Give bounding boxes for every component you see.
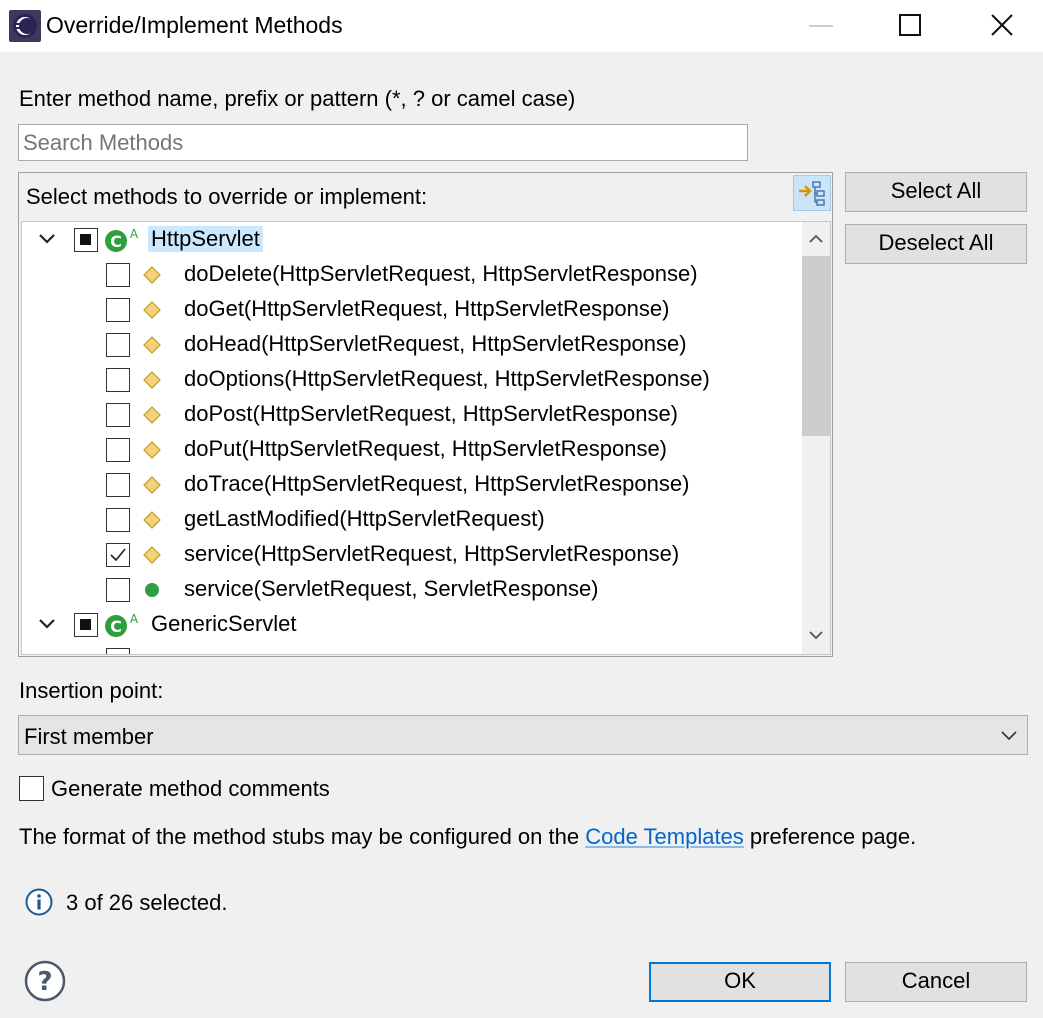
method-label: doHead(HttpServletRequest, HttpServletRe… <box>184 331 687 356</box>
protected-method-icon <box>143 301 161 319</box>
method-checkbox[interactable] <box>106 438 130 462</box>
cancel-button[interactable]: Cancel <box>845 962 1027 1002</box>
tree-method-row[interactable]: doPost(HttpServletRequest, HttpServletRe… <box>22 397 802 432</box>
deselect-all-button[interactable]: Deselect All <box>845 224 1027 264</box>
generate-comments-checkbox[interactable] <box>19 776 44 801</box>
method-checkbox[interactable] <box>106 368 130 392</box>
method-label: doTrace(HttpServletRequest, HttpServletR… <box>184 471 690 496</box>
protected-method-icon <box>143 476 161 494</box>
svg-text:A: A <box>130 612 139 626</box>
tree-method-row[interactable]: service(HttpServletRequest, HttpServletR… <box>22 537 802 572</box>
maximize-icon <box>899 14 921 36</box>
scrollbar-thumb[interactable] <box>802 256 830 436</box>
methods-tree[interactable]: C A HttpServlet doDelete(HttpServletRequ… <box>21 221 831 655</box>
help-icon[interactable]: ? <box>24 960 66 1002</box>
methods-group-header: Select methods to override or implement: <box>26 184 428 209</box>
chevron-down-icon[interactable] <box>38 615 56 633</box>
method-checkbox[interactable] <box>106 473 130 497</box>
close-button[interactable] <box>956 0 1043 52</box>
tree-method-row[interactable]: doOptions(HttpServletRequest, HttpServle… <box>22 362 802 397</box>
methods-group: Select methods to override or implement:… <box>18 172 833 657</box>
protected-method-icon <box>143 546 161 564</box>
sort-by-hierarchy-button[interactable] <box>793 175 831 211</box>
public-method-icon <box>145 583 159 597</box>
protected-method-icon <box>143 511 161 529</box>
minimize-button[interactable] <box>775 0 867 52</box>
method-label: service(ServletRequest, ServletResponse) <box>184 576 599 601</box>
abstract-class-icon: C A <box>105 612 139 637</box>
protected-method-icon <box>143 371 161 389</box>
code-templates-link[interactable]: Code Templates <box>585 824 744 849</box>
class-name: HttpServlet <box>148 226 263 252</box>
insertion-point-select[interactable]: First member <box>18 715 1028 755</box>
protected-method-icon <box>143 336 161 354</box>
maximize-button[interactable] <box>864 0 956 52</box>
tree-method-row[interactable]: doHead(HttpServletRequest, HttpServletRe… <box>22 327 802 362</box>
generate-comments-label[interactable]: Generate method comments <box>51 776 330 802</box>
method-stubs-info: The format of the method stubs may be co… <box>19 824 916 850</box>
tree-class-row[interactable]: C A HttpServlet <box>22 222 802 257</box>
tree-class-row[interactable]: C A GenericServlet <box>22 607 802 642</box>
method-label: doGet(HttpServletRequest, HttpServletRes… <box>184 296 670 321</box>
ok-button[interactable]: OK <box>649 962 831 1002</box>
class-checkbox[interactable] <box>74 613 98 637</box>
checkmark-icon <box>110 548 126 562</box>
protected-method-icon <box>143 406 161 424</box>
tree-method-row[interactable]: doDelete(HttpServletRequest, HttpServlet… <box>22 257 802 292</box>
method-label: doOptions(HttpServletRequest, HttpServle… <box>184 366 710 391</box>
scroll-down-icon[interactable] <box>809 630 823 640</box>
title-bar: Override/Implement Methods <box>0 0 1043 52</box>
tree-method-row[interactable] <box>22 642 802 654</box>
tree-method-row[interactable]: service(ServletRequest, ServletResponse) <box>22 572 802 607</box>
info-prefix: The format of the method stubs may be co… <box>19 824 586 849</box>
class-name: GenericServlet <box>151 611 297 636</box>
method-label: doDelete(HttpServletRequest, HttpServlet… <box>184 261 698 286</box>
chevron-down-icon[interactable] <box>38 230 56 248</box>
info-icon <box>25 888 53 916</box>
sort-by-hierarchy-icon <box>799 181 825 206</box>
method-checkbox[interactable] <box>106 333 130 357</box>
window-title: Override/Implement Methods <box>46 12 343 38</box>
method-checkbox[interactable] <box>106 403 130 427</box>
scroll-up-icon[interactable] <box>809 234 823 244</box>
method-checkbox-checked[interactable] <box>106 543 130 567</box>
method-checkbox[interactable] <box>106 648 130 654</box>
eclipse-app-icon <box>9 10 41 42</box>
svg-text:?: ? <box>37 967 52 997</box>
tree-method-row[interactable]: getLastModified(HttpServletRequest) <box>22 502 802 537</box>
svg-text:C: C <box>110 617 122 636</box>
search-input[interactable] <box>18 124 748 161</box>
svg-text:A: A <box>130 227 139 241</box>
abstract-class-icon: C A <box>105 227 139 252</box>
tree-method-row[interactable]: doPut(HttpServletRequest, HttpServletRes… <box>22 432 802 467</box>
chevron-down-icon <box>1001 731 1017 741</box>
method-label: doPut(HttpServletRequest, HttpServletRes… <box>184 436 668 461</box>
method-checkbox[interactable] <box>106 298 130 322</box>
close-icon <box>991 14 1013 36</box>
tree-scrollbar[interactable] <box>802 222 830 654</box>
info-suffix: preference page. <box>743 824 917 849</box>
protected-method-icon <box>143 266 161 284</box>
minimize-icon <box>809 25 833 27</box>
method-label: service(HttpServletRequest, HttpServletR… <box>184 541 680 566</box>
selection-status: 3 of 26 selected. <box>66 890 228 915</box>
method-checkbox[interactable] <box>106 578 130 602</box>
method-label: doPost(HttpServletRequest, HttpServletRe… <box>184 401 679 426</box>
insertion-point-label: Insertion point: <box>19 678 164 703</box>
protected-method-icon <box>143 441 161 459</box>
method-checkbox[interactable] <box>106 508 130 532</box>
select-all-button[interactable]: Select All <box>845 172 1027 212</box>
search-label: Enter method name, prefix or pattern (*,… <box>19 86 576 111</box>
method-label: getLastModified(HttpServletRequest) <box>184 506 545 531</box>
tree-method-row[interactable]: doTrace(HttpServletRequest, HttpServletR… <box>22 467 802 502</box>
tree-method-row[interactable]: doGet(HttpServletRequest, HttpServletRes… <box>22 292 802 327</box>
method-checkbox[interactable] <box>106 263 130 287</box>
svg-text:C: C <box>110 232 122 251</box>
insertion-point-value: First member <box>24 724 154 749</box>
class-checkbox[interactable] <box>74 228 98 252</box>
